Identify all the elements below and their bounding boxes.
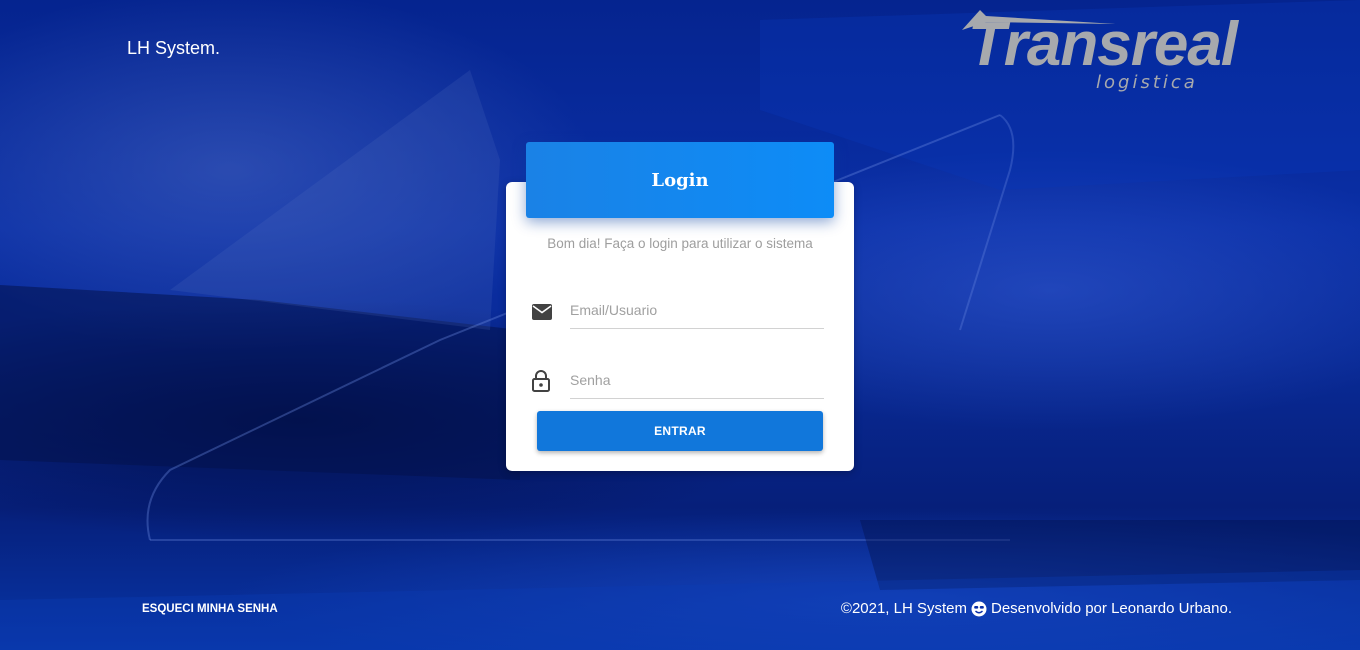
password-input[interactable] bbox=[570, 362, 824, 399]
login-title: Login bbox=[651, 169, 709, 191]
copyright-text: ©2021, LH System bbox=[840, 600, 967, 617]
brand-name: LH System. bbox=[127, 38, 221, 58]
email-input[interactable] bbox=[570, 292, 824, 329]
login-button[interactable]: ENTRAR bbox=[537, 411, 823, 451]
lock-icon bbox=[532, 370, 550, 392]
developer-credit: Desenvolvido por Leonardo Urbano. bbox=[991, 600, 1232, 617]
footer-credits: ©2021, LH System Desenvolvido por Leonar… bbox=[841, 600, 1232, 617]
login-card-header: Login bbox=[526, 142, 834, 218]
email-field bbox=[531, 292, 825, 332]
mail-icon bbox=[532, 304, 552, 320]
login-page: LH System. Transreal logistica Login Bom… bbox=[0, 0, 1360, 650]
forgot-password-link[interactable]: ESQUECI MINHA SENHA bbox=[142, 603, 278, 615]
password-field bbox=[531, 362, 825, 402]
transreal-logo: Transreal logistica bbox=[946, 8, 1238, 100]
smile-icon bbox=[971, 601, 987, 616]
login-subtitle: Bom dia! Faça o login para utilizar o si… bbox=[547, 236, 813, 251]
logo-sub-text: logistica bbox=[1096, 72, 1198, 93]
logo-main-text: Transreal bbox=[968, 10, 1238, 79]
